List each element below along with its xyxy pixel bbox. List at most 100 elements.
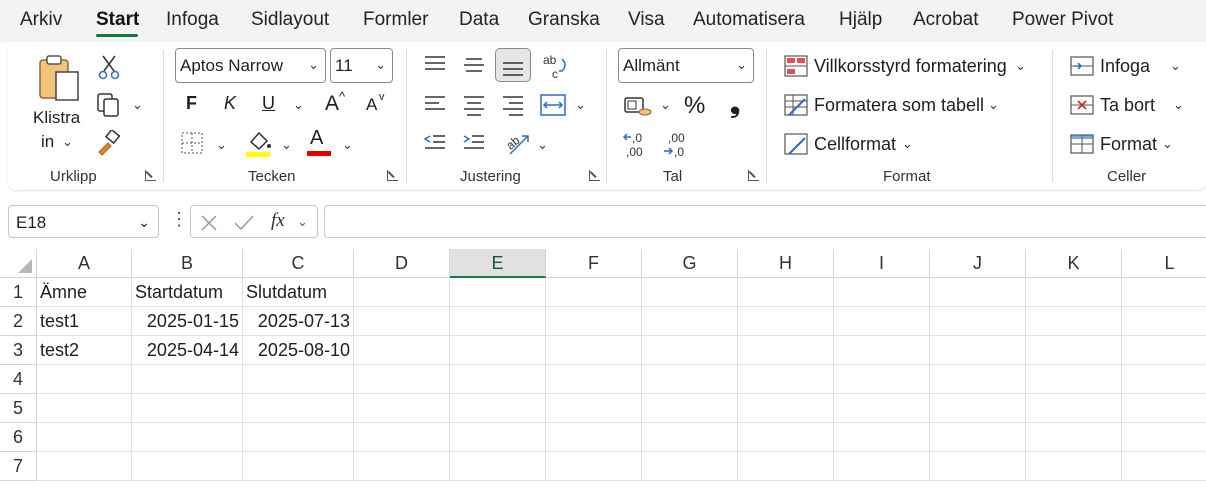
cell-a2[interactable]: test1 (37, 307, 132, 336)
cell-a1[interactable]: Ämne (37, 278, 132, 307)
align-top-icon[interactable] (423, 54, 447, 74)
name-box-dropdown-icon[interactable]: ⌄ (138, 214, 150, 231)
cell-styles-dropdown-icon[interactable]: ⌄ (902, 136, 913, 152)
delete-dropdown-icon[interactable]: ⌄ (1173, 97, 1184, 113)
cell-j1[interactable] (930, 278, 1026, 307)
copy-icon[interactable] (96, 92, 122, 118)
cancel-icon[interactable] (199, 213, 219, 233)
insert-cells-icon[interactable] (1069, 55, 1095, 77)
cell-g1[interactable] (642, 278, 738, 307)
bold-button[interactable]: F (186, 93, 197, 114)
row-header-1[interactable]: 1 (0, 278, 37, 307)
cell-d4[interactable] (354, 365, 450, 394)
cell-c7[interactable] (243, 452, 354, 481)
format-painter-icon[interactable] (96, 130, 122, 156)
cell-b7[interactable] (132, 452, 243, 481)
cell-e7[interactable] (450, 452, 546, 481)
cell-f5[interactable] (546, 394, 642, 423)
cell-l2[interactable] (1122, 307, 1206, 336)
font-size-select[interactable]: 11 ⌄ (330, 48, 393, 83)
cell-l1[interactable] (1122, 278, 1206, 307)
align-left-icon[interactable] (423, 94, 447, 114)
tab-hjalp[interactable]: Hjälp (839, 9, 882, 31)
cell-b5[interactable] (132, 394, 243, 423)
cell-h2[interactable] (738, 307, 834, 336)
increase-indent-icon[interactable] (462, 133, 486, 153)
shrink-font-button[interactable]: A (366, 95, 377, 115)
column-header-f[interactable]: F (546, 249, 642, 278)
cell-k5[interactable] (1026, 394, 1122, 423)
more-options-icon[interactable]: ⋮ (170, 209, 188, 230)
comma-style-button[interactable]: ❟ (730, 88, 740, 120)
row-header-3[interactable]: 3 (0, 336, 37, 365)
cell-styles-button[interactable]: Cellformat (814, 134, 896, 155)
column-header-b[interactable]: B (132, 249, 243, 278)
row-header-2[interactable]: 2 (0, 307, 37, 336)
number-format-select[interactable]: Allmänt ⌄ (618, 48, 754, 83)
insert-cells-button[interactable]: Infoga (1100, 56, 1150, 77)
cell-b4[interactable] (132, 365, 243, 394)
accounting-format-icon[interactable] (623, 94, 653, 118)
cell-a7[interactable] (37, 452, 132, 481)
cell-e4[interactable] (450, 365, 546, 394)
cell-g2[interactable] (642, 307, 738, 336)
cell-e1[interactable] (450, 278, 546, 307)
function-dropdown-icon[interactable]: ⌄ (297, 214, 308, 230)
cell-f7[interactable] (546, 452, 642, 481)
tab-sidlayout[interactable]: Sidlayout (251, 9, 329, 31)
tab-visa[interactable]: Visa (628, 9, 665, 31)
cell-f4[interactable] (546, 365, 642, 394)
column-header-c[interactable]: C (243, 249, 354, 278)
cell-c4[interactable] (243, 365, 354, 394)
cell-d7[interactable] (354, 452, 450, 481)
grow-font-button[interactable]: A (325, 92, 339, 116)
cell-b6[interactable] (132, 423, 243, 452)
cell-k7[interactable] (1026, 452, 1122, 481)
format-cells-icon[interactable] (1069, 133, 1095, 155)
column-header-e[interactable]: E (450, 249, 546, 278)
italic-button[interactable]: K (224, 93, 236, 114)
alignment-launcher-icon[interactable] (589, 170, 600, 181)
tab-arkiv[interactable]: Arkiv (20, 9, 62, 31)
font-name-select[interactable]: Aptos Narrow ⌄ (175, 48, 326, 83)
cell-h3[interactable] (738, 336, 834, 365)
clipboard-launcher-icon[interactable] (145, 170, 156, 181)
cell-h1[interactable] (738, 278, 834, 307)
tab-power-pivot[interactable]: Power Pivot (1012, 9, 1113, 31)
cell-h5[interactable] (738, 394, 834, 423)
tab-start[interactable]: Start (96, 9, 139, 31)
as-table-dropdown-icon[interactable]: ⌄ (988, 97, 999, 113)
percent-button[interactable]: % (684, 92, 705, 120)
cell-a3[interactable]: test2 (37, 336, 132, 365)
cell-c1[interactable]: Slutdatum (243, 278, 354, 307)
paste-label-in[interactable]: in (41, 132, 54, 152)
cell-i4[interactable] (834, 365, 930, 394)
borders-dropdown-icon[interactable]: ⌄ (216, 137, 227, 153)
delete-cells-icon[interactable] (1069, 94, 1095, 116)
format-as-table-icon[interactable] (783, 93, 809, 117)
paste-label[interactable]: Klistra (33, 108, 80, 128)
align-middle-icon[interactable] (462, 56, 486, 76)
cell-g4[interactable] (642, 365, 738, 394)
underline-button[interactable]: U (262, 93, 275, 114)
select-all-corner[interactable] (0, 249, 37, 278)
cell-e5[interactable] (450, 394, 546, 423)
format-cells-button[interactable]: Format (1100, 134, 1157, 155)
cell-a5[interactable] (37, 394, 132, 423)
insert-function-button[interactable]: fx (271, 210, 285, 232)
orientation-dropdown-icon[interactable]: ⌄ (537, 137, 548, 153)
cell-k1[interactable] (1026, 278, 1122, 307)
format-as-table-button[interactable]: Formatera som tabell (814, 95, 984, 116)
underline-dropdown-icon[interactable]: ⌄ (293, 97, 304, 113)
wrap-text-icon[interactable]: ab c (542, 53, 570, 81)
cell-b3[interactable]: 2025-04-14 (132, 336, 243, 365)
borders-icon[interactable] (180, 131, 204, 155)
cell-j5[interactable] (930, 394, 1026, 423)
align-right-icon[interactable] (501, 94, 525, 118)
conditional-dropdown-icon[interactable]: ⌄ (1015, 58, 1026, 74)
tab-granska[interactable]: Granska (528, 9, 600, 31)
merge-dropdown-icon[interactable]: ⌄ (575, 97, 586, 113)
cell-l4[interactable] (1122, 365, 1206, 394)
cell-a6[interactable] (37, 423, 132, 452)
align-center-icon[interactable] (462, 94, 486, 118)
